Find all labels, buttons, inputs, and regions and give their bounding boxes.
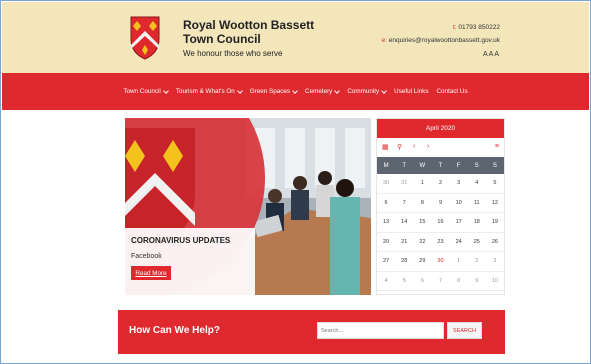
nav-item[interactable]: Cemetery — [305, 87, 341, 95]
chevron-down-icon — [334, 87, 341, 94]
main-navigation: Town Council Tourism & What's On Green Spa… — [2, 73, 589, 110]
calendar-day[interactable]: 5 — [485, 174, 504, 194]
calendar-day[interactable]: 6 — [377, 194, 396, 213]
nav-item-label: Contact Us — [436, 88, 468, 95]
phone-label: t: — [452, 24, 457, 31]
text-size-controls[interactable]: AAA — [483, 51, 500, 58]
site-header — [2, 2, 589, 73]
next-month-button[interactable]: › — [427, 143, 429, 150]
calendar-day[interactable]: 30 — [377, 174, 396, 194]
nav-item[interactable]: Tourism & What's On — [175, 87, 243, 95]
calendar-day[interactable]: 18 — [467, 213, 486, 233]
email-link[interactable]: enquiries@royalwoottonbassett.gov.uk — [389, 37, 500, 44]
nav-item[interactable]: Community — [347, 87, 388, 95]
calendar-day[interactable]: 15 — [413, 213, 432, 233]
calendar-day[interactable]: 4 — [377, 272, 396, 291]
calendar-day[interactable]: 11 — [467, 194, 486, 213]
calendar-day[interactable]: 9 — [431, 194, 450, 213]
calendar-day[interactable]: 6 — [413, 272, 432, 291]
council-crest-logo[interactable] — [129, 15, 161, 61]
calendar-day[interactable]: 31 — [395, 174, 414, 194]
help-title: How Can We Help? — [129, 325, 220, 336]
nav-item-label: Town Council — [123, 88, 161, 95]
calendar-weekday-header: MTWTFSS — [377, 157, 504, 174]
weekday-label: F — [456, 162, 461, 169]
calendar-day[interactable]: 10 — [485, 272, 504, 291]
weekday-label: S — [492, 162, 497, 169]
browser-frame: Royal Wootton Bassett Town Council We ho… — [0, 0, 591, 364]
calendar-day[interactable]: 3 — [449, 174, 468, 194]
calendar-day[interactable]: 20 — [377, 233, 396, 252]
calendar-day[interactable]: 7 — [431, 272, 450, 291]
calendar-toolbar: ▦ ⚲ ‹ › ≡ — [377, 138, 504, 157]
prev-month-button[interactable]: ‹ — [413, 143, 415, 150]
read-more-button[interactable]: Read More — [131, 266, 171, 280]
nav-item[interactable]: Green Spaces — [249, 87, 298, 95]
calendar-day[interactable]: 9 — [467, 272, 486, 291]
calendar-day[interactable]: 25 — [467, 233, 486, 252]
nav-item-label: Green Spaces — [249, 88, 291, 95]
weekday-label: W — [419, 162, 426, 169]
calendar-day[interactable]: 5 — [395, 272, 414, 291]
council-name-line1: Royal Wootton Bassett — [183, 18, 315, 32]
nav-item-label: Tourism & What's On — [175, 88, 235, 95]
hero-title: CORONAVIRUS UPDATES — [131, 236, 231, 245]
calendar-day[interactable]: 3 — [485, 252, 504, 272]
calendar-day[interactable]: 2 — [431, 174, 450, 194]
weekday-label: M — [383, 162, 389, 169]
event-calendar: April 2020 ▦ ⚲ ‹ › ≡ MTWTFSS 30 31 1 2 3 4 5 6 7… — [376, 118, 505, 295]
chevron-down-icon — [292, 87, 298, 94]
calendar-day[interactable]: 1 — [413, 174, 432, 194]
calendar-day[interactable]: 21 — [395, 233, 414, 252]
calendar-days-grid: 30 31 1 2 3 4 5 6 7 8 9 10 11 12 13 14 15 16 17 18 19 20 21 22 2… — [377, 174, 504, 291]
weekday-label: S — [474, 162, 479, 169]
calendar-day[interactable]: 8 — [449, 272, 468, 291]
council-name-line2: Town Council — [183, 32, 261, 46]
calendar-day[interactable]: 13 — [377, 213, 396, 233]
facebook-link[interactable]: Facebook — [131, 253, 162, 260]
calendar-day[interactable]: 8 — [413, 194, 432, 213]
menu-icon[interactable]: ≡ — [495, 143, 499, 150]
calendar-day[interactable]: 23 — [431, 233, 450, 252]
search-input[interactable] — [317, 322, 444, 339]
council-tagline: We honour those who serve — [183, 49, 283, 58]
calendar-day[interactable]: 26 — [485, 233, 504, 252]
calendar-day[interactable]: 4 — [467, 174, 486, 194]
search-button[interactable]: SEARCH — [447, 322, 482, 339]
chevron-down-icon — [236, 87, 243, 94]
calendar-day[interactable]: 19 — [485, 213, 504, 233]
weekday-label: T — [402, 162, 407, 169]
calendar-day[interactable]: 24 — [449, 233, 468, 252]
calendar-day[interactable]: 7 — [395, 194, 414, 213]
calendar-day[interactable]: 17 — [449, 213, 468, 233]
calendar-day[interactable]: 30 — [431, 252, 450, 272]
calendar-day[interactable]: 16 — [431, 213, 450, 233]
calendar-day[interactable]: 2 — [467, 252, 486, 272]
calendar-day[interactable]: 14 — [395, 213, 414, 233]
nav-item-label: Community — [347, 88, 380, 95]
nav-item[interactable]: Town Council — [123, 87, 169, 95]
calendar-day[interactable]: 29 — [413, 252, 432, 272]
nav-item[interactable]: Contact Us — [436, 88, 467, 95]
contact-info: t: 01793 850222 e: enquiries@royalwootto… — [382, 21, 501, 47]
phone-link[interactable]: 01793 850222 — [458, 24, 500, 31]
chevron-down-icon — [162, 87, 169, 94]
calendar-grid-icon[interactable]: ▦ — [382, 143, 389, 151]
chevron-down-icon — [381, 87, 388, 94]
calendar-day[interactable]: 1 — [449, 252, 468, 272]
calendar-month-title: April 2020 — [377, 119, 504, 138]
nav-item-label: Useful Links — [394, 88, 429, 95]
nav-item[interactable]: Useful Links — [394, 88, 428, 95]
weekday-label: T — [438, 162, 443, 169]
calendar-day[interactable]: 12 — [485, 194, 504, 213]
email-label: e: — [381, 37, 387, 44]
calendar-day[interactable]: 22 — [413, 233, 432, 252]
calendar-day[interactable]: 10 — [449, 194, 468, 213]
calendar-day[interactable]: 28 — [395, 252, 414, 272]
calendar-day[interactable]: 27 — [377, 252, 396, 272]
nav-item-label: Cemetery — [305, 88, 333, 95]
search-icon[interactable]: ⚲ — [397, 143, 402, 151]
